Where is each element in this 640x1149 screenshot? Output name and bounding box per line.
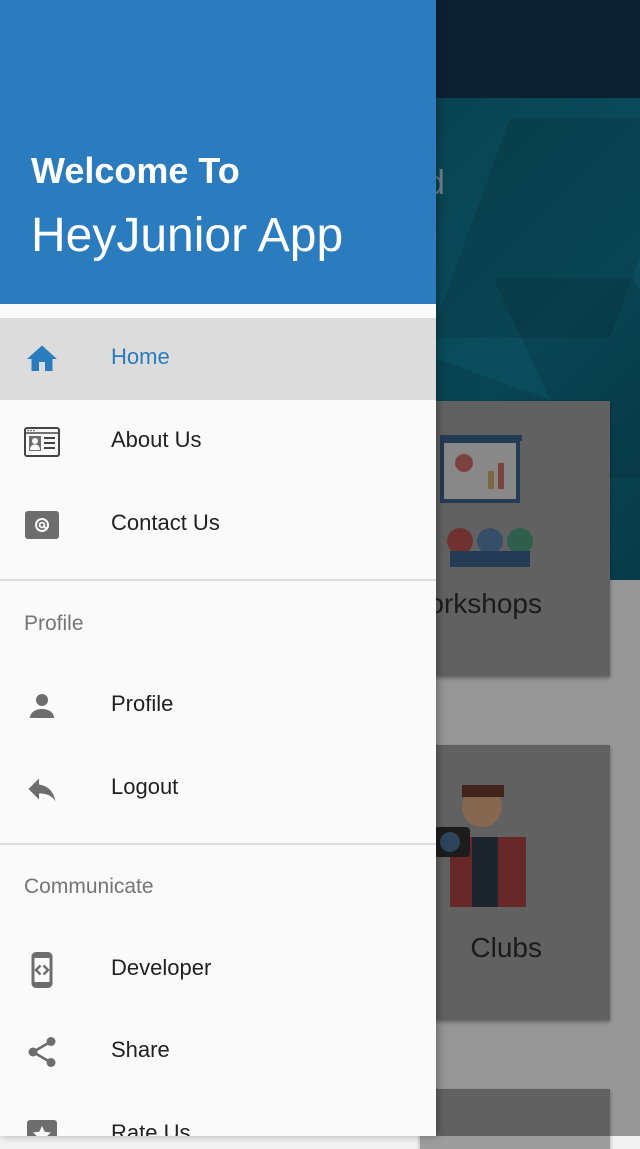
at-mail-icon: [25, 511, 59, 539]
menu-item-rate-us-label: Rate Us: [111, 1120, 191, 1136]
menu-item-share-label: Share: [111, 1037, 170, 1062]
menu-item-rate-us[interactable]: Rate Us: [0, 1094, 436, 1136]
person-icon: [30, 694, 54, 718]
developer-phone-icon: [31, 952, 53, 988]
welcome-text: Welcome To: [31, 150, 240, 191]
section-title-communicate: Communicate: [24, 875, 154, 898]
menu-item-logout-label: Logout: [111, 774, 179, 799]
section-title-profile: Profile: [24, 612, 84, 635]
menu-item-developer-label: Developer: [111, 955, 212, 980]
divider: [0, 843, 436, 845]
menu-item-home-label: Home: [111, 344, 170, 369]
menu-item-developer[interactable]: Developer: [0, 929, 436, 1011]
menu-item-profile[interactable]: Profile: [0, 665, 436, 747]
navigation-drawer: Welcome To HeyJunior App Home About Us C…: [0, 0, 436, 1136]
star-rate-icon: [27, 1120, 57, 1136]
home-icon: [27, 345, 57, 371]
share-icon: [28, 1037, 56, 1067]
menu-item-about-us[interactable]: About Us: [0, 401, 436, 483]
menu-item-profile-label: Profile: [111, 691, 174, 716]
drawer-header: Welcome To HeyJunior App: [0, 0, 436, 304]
menu-item-contact-us[interactable]: Contact Us: [0, 484, 436, 566]
menu-item-about-us-label: About Us: [111, 427, 202, 452]
menu-item-contact-us-label: Contact Us: [111, 510, 220, 535]
divider: [0, 579, 436, 581]
menu-item-logout[interactable]: Logout: [0, 748, 436, 830]
menu-item-home[interactable]: Home: [0, 318, 436, 400]
app-name: HeyJunior App: [31, 209, 344, 262]
menu-item-share[interactable]: Share: [0, 1011, 436, 1093]
contact-card-icon: [24, 427, 60, 457]
reply-arrow-icon: [28, 778, 56, 801]
